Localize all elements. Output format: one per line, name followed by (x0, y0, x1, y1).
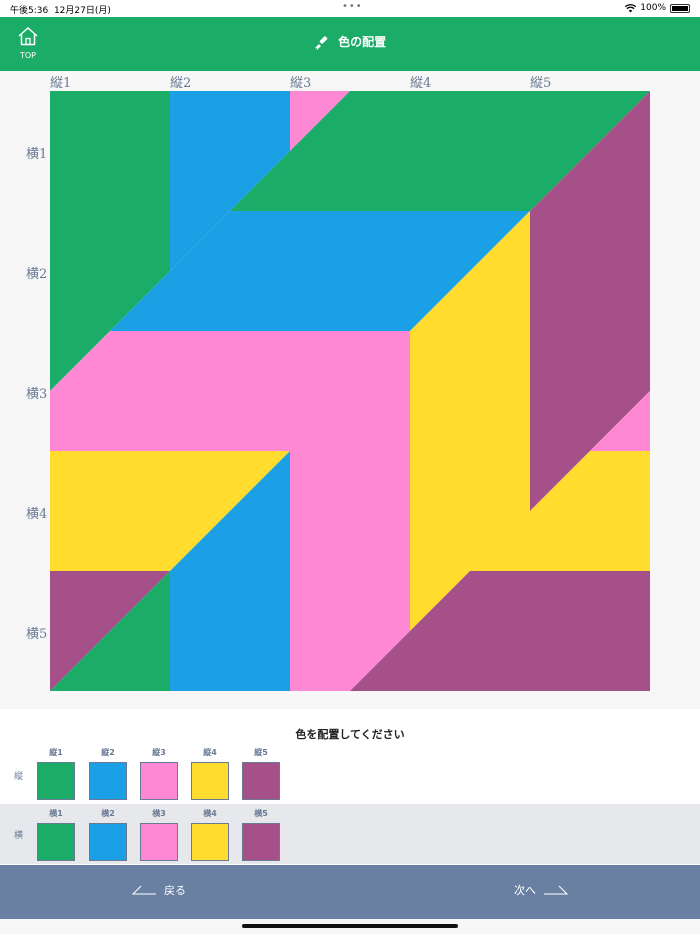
instruction-text: 色を配置してください (295, 728, 405, 741)
next-button[interactable]: 次へ (514, 882, 568, 898)
column-label-3: 縦3 (290, 76, 312, 91)
page-title: 色の配置 (0, 33, 700, 51)
yoko-color-box[interactable] (242, 823, 280, 861)
tate-swatch-label: 縦2 (101, 748, 115, 757)
status-bar: 午後5:36 12月27日(月) ••• 100% (0, 0, 700, 17)
tate-swatch-3: 縦3 (140, 747, 178, 800)
tate-swatch-label: 縦4 (203, 748, 217, 757)
yoko-swatch-2: 横2 (89, 808, 127, 861)
tate-color-box[interactable] (140, 762, 178, 800)
row-label-4: 横4 (26, 507, 48, 522)
yoko-color-box[interactable] (140, 823, 178, 861)
column-label-4: 縦4 (410, 76, 432, 91)
yoko-color-box[interactable] (191, 823, 229, 861)
yoko-swatch-label: 横5 (254, 809, 268, 818)
status-time-text: 午後5:36 (10, 6, 49, 16)
status-date-text: 12月27日(月) (53, 6, 111, 16)
tate-color-box[interactable] (89, 762, 127, 800)
yoko-color-box[interactable] (37, 823, 75, 861)
row-label-1: 横1 (26, 147, 48, 162)
next-button-label: 次へ (514, 884, 536, 897)
tate-color-box[interactable] (191, 762, 229, 800)
tate-swatch-1: 縦1 (37, 747, 75, 800)
back-button-label: 戻る (164, 884, 186, 897)
footer-nav: 戻る 次へ (0, 865, 700, 919)
tate-row-label: 縦 (14, 772, 24, 782)
tate-row: 縦 縦1 縦2 縦3 縦4 縦5 (0, 745, 700, 805)
app-header: TOP 色の配置 (0, 17, 700, 71)
color-panel: 色を配置してください 縦 縦1 縦2 縦3 縦4 縦5 横 横1 横2 横3 横… (0, 709, 700, 865)
back-arrow-icon (132, 885, 156, 895)
battery-icon (670, 3, 690, 13)
yoko-swatch-label: 横3 (152, 809, 166, 818)
battery-percent: 100% (640, 3, 666, 13)
yoko-swatch-label: 横4 (203, 809, 217, 818)
home-indicator[interactable] (242, 924, 458, 928)
top-label: TOP (19, 51, 36, 60)
pattern-board[interactable] (50, 91, 650, 691)
row-label-2: 横2 (26, 267, 48, 282)
tate-swatch-label: 縦3 (152, 748, 166, 757)
tate-swatch-label: 縦1 (49, 748, 63, 757)
column-label-5: 縦5 (530, 76, 552, 91)
home-bar-area (0, 919, 700, 934)
yoko-row-label: 横 (14, 831, 24, 841)
tate-swatch-4: 縦4 (191, 747, 229, 800)
yoko-color-box[interactable] (89, 823, 127, 861)
row-label-3: 横3 (26, 387, 48, 402)
yoko-row: 横 横1 横2 横3 横4 横5 (0, 804, 700, 864)
multitasking-dots-icon[interactable]: ••• (342, 1, 363, 12)
row-label-5: 横5 (26, 627, 48, 642)
yoko-swatch-4: 横4 (191, 808, 229, 861)
tate-color-box[interactable] (37, 762, 75, 800)
tate-swatch-label: 縦5 (254, 748, 268, 757)
tate-swatch-5: 縦5 (242, 747, 280, 800)
yoko-swatch-3: 横3 (140, 808, 178, 861)
column-label-1: 縦1 (50, 76, 72, 91)
back-button[interactable]: 戻る (132, 882, 186, 898)
paintbrush-icon (314, 35, 328, 50)
yoko-swatch-label: 横1 (49, 809, 63, 818)
next-arrow-icon (544, 885, 568, 895)
yoko-swatch-label: 横2 (101, 809, 115, 818)
page-title-text: 色の配置 (338, 35, 387, 49)
yoko-swatch-5: 横5 (242, 808, 280, 861)
status-right: 100% (625, 3, 690, 13)
tate-swatch-2: 縦2 (89, 747, 127, 800)
status-time: 午後5:36 12月27日(月) (10, 3, 111, 16)
column-label-2: 縦2 (170, 76, 192, 91)
yoko-swatch-1: 横1 (37, 808, 75, 861)
wifi-icon (625, 3, 637, 12)
tate-color-box[interactable] (242, 762, 280, 800)
